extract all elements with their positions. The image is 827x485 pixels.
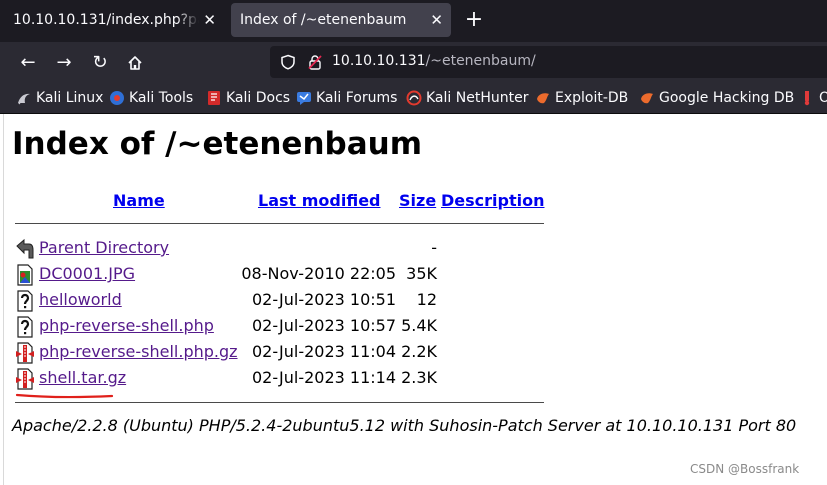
bookmark-label: Kali NetHunter	[426, 90, 529, 106]
column-header-name[interactable]: Name	[113, 191, 165, 210]
kali-dragon-icon	[18, 93, 30, 105]
close-tab-icon[interactable]: ✕	[430, 11, 443, 29]
server-signature: Apache/2.2.8 (Ubuntu) PHP/5.2.4-2ubuntu5…	[12, 416, 797, 435]
file-link[interactable]: DC0001.JPG	[39, 264, 135, 283]
bookmark-label: Kali Tools	[129, 90, 194, 106]
tab-index-of-etenenbaum[interactable]: Index of /~etenenbaum ✕	[231, 3, 451, 37]
nethunter-icon	[406, 90, 422, 106]
kali-forums-icon	[297, 92, 311, 105]
file-date: 02-Jul-2023 10:57	[251, 316, 396, 335]
table-row: DC0001.JPG 08-Nov-2010 22:05 35K	[0, 262, 600, 288]
bookmark-exploit-db[interactable]: Exploit-DB	[535, 90, 628, 106]
home-icon	[128, 56, 142, 70]
table-row: Parent Directory -	[0, 236, 600, 262]
unknown-file-icon	[17, 290, 33, 312]
table-row: php-reverse-shell.php 02-Jul-2023 10:57 …	[0, 314, 600, 340]
home-button[interactable]	[122, 50, 148, 76]
file-link[interactable]: helloworld	[39, 290, 122, 309]
column-header-description[interactable]: Description	[441, 191, 544, 210]
bookmarks-toolbar: Kali Linux Kali Tools Kali Docs Kali For…	[0, 83, 827, 114]
new-tab-button[interactable]: +	[460, 6, 488, 34]
red-underline-annotation	[15, 393, 114, 399]
offsec-icon	[804, 91, 810, 106]
navigation-toolbar: ← → ↻ 10.10.10.131/~etenenbaum/	[0, 42, 827, 83]
tab-title: Index of /~etenenbaum	[240, 12, 407, 28]
exploit-db-icon	[537, 93, 549, 104]
file-link[interactable]: php-reverse-shell.php.gz	[39, 342, 238, 361]
tab-bar: 10.10.10.131/index.php?page= ✕ Index of …	[0, 0, 827, 42]
bookmark-kali-forums[interactable]: Kali Forums	[296, 90, 397, 106]
header-divider	[15, 223, 544, 224]
url-text[interactable]: 10.10.10.131/~etenenbaum/	[332, 53, 536, 69]
ghdb-icon	[641, 93, 653, 104]
page-content: Index of /~etenenbaum Name Last modified…	[0, 114, 827, 485]
file-size: 12	[416, 290, 437, 309]
bookmark-kali-nethunter[interactable]: Kali NetHunter	[406, 90, 528, 106]
bookmark-google-hacking-db[interactable]: Google Hacking DB	[639, 90, 794, 106]
table-row: php-reverse-shell.php.gz 02-Jul-2023 11:…	[0, 340, 600, 366]
reload-button[interactable]: ↻	[87, 50, 113, 76]
column-header-last-modified[interactable]: Last modified	[258, 191, 381, 210]
back-arrow-icon	[16, 238, 34, 259]
watermark: CSDN @Bossfrank	[690, 462, 800, 476]
file-size: 2.2K	[401, 342, 437, 361]
file-link[interactable]: shell.tar.gz	[39, 368, 126, 387]
page-title: Index of /~etenenbaum	[12, 126, 422, 162]
image-file-icon	[17, 264, 33, 286]
file-date: 08-Nov-2010 22:05	[241, 264, 396, 283]
compressed-file-icon	[16, 342, 34, 364]
kali-tools-icon	[110, 91, 124, 105]
close-tab-icon[interactable]: ✕	[203, 11, 216, 29]
insecure-lock-icon[interactable]	[307, 54, 323, 70]
back-button[interactable]: ←	[15, 50, 41, 76]
table-row: helloworld 02-Jul-2023 10:51 12	[0, 288, 600, 314]
file-date: 02-Jul-2023 11:04	[251, 342, 396, 361]
tracking-protection-shield-icon[interactable]	[280, 54, 296, 70]
bookmark-label: O	[819, 90, 827, 106]
tab-title: 10.10.10.131/index.php?page=	[13, 12, 199, 28]
address-bar[interactable]: 10.10.10.131/~etenenbaum/	[270, 46, 827, 78]
bookmark-label: Kali Linux	[36, 90, 104, 106]
bookmark-label: Kali Docs	[226, 90, 291, 106]
tab-index-php[interactable]: 10.10.10.131/index.php?page= ✕	[0, 3, 224, 37]
bookmark-kali-linux[interactable]: Kali Linux	[16, 90, 103, 106]
page-left-border	[3, 114, 4, 485]
footer-divider	[15, 402, 544, 403]
column-header-size[interactable]: Size	[399, 191, 436, 210]
bookmark-offsec[interactable]: O	[799, 90, 827, 106]
kali-docs-icon	[208, 91, 220, 105]
file-size: 2.3K	[401, 368, 437, 387]
file-size: 35K	[406, 264, 437, 283]
bookmark-label: Kali Forums	[316, 90, 398, 106]
file-link[interactable]: Parent Directory	[39, 238, 169, 257]
forward-button[interactable]: →	[51, 50, 77, 76]
url-host: 10.10.10.131	[332, 53, 426, 69]
file-date: 02-Jul-2023 10:51	[251, 290, 396, 309]
table-row: shell.tar.gz 02-Jul-2023 11:14 2.3K	[0, 366, 600, 392]
bookmark-kali-tools[interactable]: Kali Tools	[109, 90, 193, 106]
file-link[interactable]: php-reverse-shell.php	[39, 316, 214, 335]
bookmark-kali-docs[interactable]: Kali Docs	[206, 90, 290, 106]
file-date: 02-Jul-2023 11:14	[251, 368, 396, 387]
unknown-file-icon	[17, 316, 33, 338]
file-size: 5.4K	[401, 316, 437, 335]
url-path: /~etenenbaum/	[425, 53, 536, 69]
file-size: -	[431, 238, 437, 257]
bookmark-label: Google Hacking DB	[659, 90, 795, 106]
compressed-file-icon	[16, 368, 34, 390]
bookmark-label: Exploit-DB	[555, 90, 629, 106]
